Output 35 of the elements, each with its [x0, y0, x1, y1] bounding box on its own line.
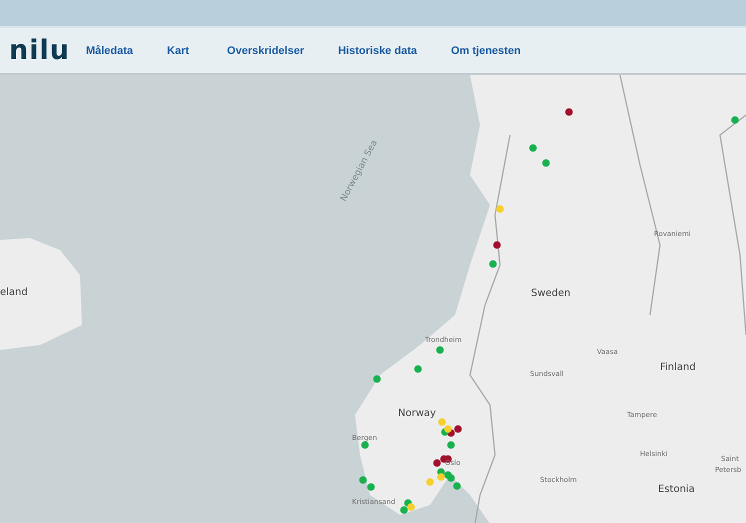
- country-label: Norway: [398, 409, 436, 419]
- logo[interactable]: nilu: [9, 35, 70, 66]
- station-marker[interactable]: [414, 365, 422, 373]
- country-label: Finland: [660, 363, 696, 373]
- station-marker[interactable]: [438, 418, 446, 426]
- station-marker[interactable]: [444, 471, 452, 479]
- country-label: Estonia: [658, 485, 695, 495]
- station-marker[interactable]: [407, 503, 415, 511]
- station-marker[interactable]: [367, 483, 375, 491]
- nav-link[interactable]: Kart: [167, 44, 190, 56]
- station-marker[interactable]: [400, 506, 408, 514]
- station-marker[interactable]: [361, 441, 369, 449]
- station-marker[interactable]: [565, 108, 573, 116]
- station-marker[interactable]: [453, 482, 461, 490]
- station-marker[interactable]: [359, 476, 367, 484]
- country-label: eland: [0, 288, 28, 298]
- nav-link[interactable]: Om tjenesten: [450, 44, 521, 56]
- station-marker[interactable]: [496, 205, 504, 213]
- station-marker[interactable]: [444, 425, 452, 433]
- station-marker[interactable]: [436, 346, 444, 354]
- country-label: Sweden: [531, 289, 571, 299]
- station-marker[interactable]: [454, 425, 462, 433]
- station-marker[interactable]: [529, 144, 537, 152]
- station-marker[interactable]: [426, 478, 434, 486]
- station-marker[interactable]: [493, 241, 501, 249]
- station-marker[interactable]: [542, 159, 550, 167]
- nav-link[interactable]: Historiske data: [338, 44, 417, 56]
- station-marker[interactable]: [437, 473, 445, 481]
- nav-link[interactable]: Overskridelser: [227, 44, 304, 56]
- station-marker[interactable]: [447, 441, 455, 449]
- station-marker[interactable]: [731, 116, 739, 124]
- station-marker[interactable]: [489, 260, 497, 268]
- station-marker[interactable]: [373, 375, 381, 383]
- nav-link[interactable]: Måledata: [86, 44, 134, 56]
- station-marker[interactable]: [433, 459, 441, 467]
